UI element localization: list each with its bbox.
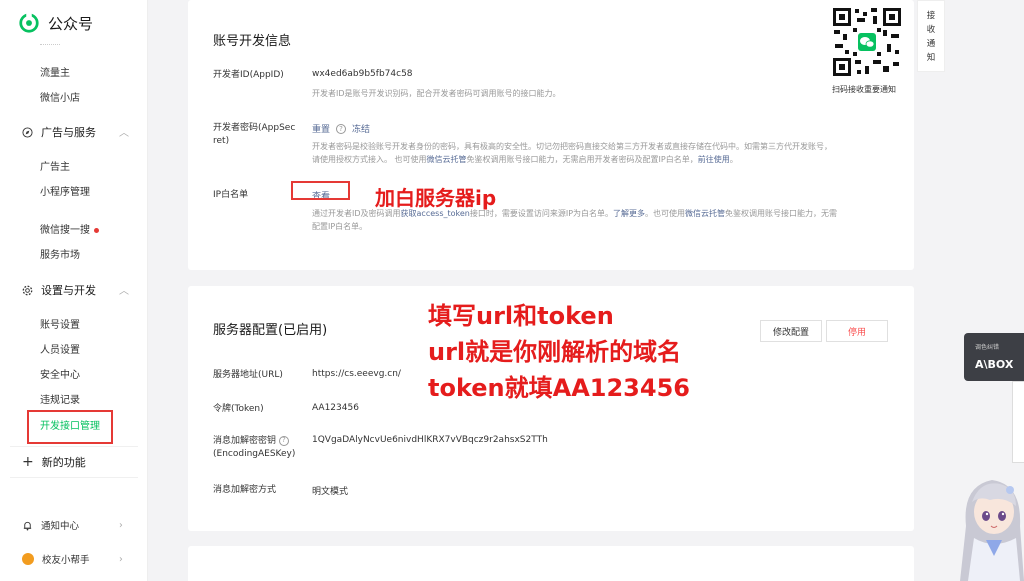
notify-center-label: 通知中心 bbox=[41, 521, 80, 532]
gear-icon bbox=[22, 285, 33, 295]
qr-caption: 扫码接收重要通知 bbox=[832, 85, 896, 94]
notify-center[interactable]: 通知中心 › bbox=[22, 518, 123, 532]
chevron-right-icon: › bbox=[119, 519, 123, 531]
notify-tab-char: 通 bbox=[926, 39, 936, 49]
help-icon[interactable]: ? bbox=[336, 123, 347, 134]
chevron-up-icon: ︿ bbox=[119, 128, 129, 139]
secret-label: 开发者密码(AppSec ret) bbox=[213, 122, 295, 148]
next-card bbox=[188, 546, 914, 581]
secret-desc-text-2: 免鉴权调用账号接口能力，无需启用开发者密码及配置IP白名单， bbox=[466, 155, 698, 164]
sidebar-group-ads-label: 广告与服务 bbox=[41, 126, 96, 139]
go-use-link[interactable]: 前往使用 bbox=[698, 155, 730, 164]
annotation-line3: token就填AA123456 bbox=[428, 374, 690, 402]
side-widget[interactable] bbox=[1012, 381, 1024, 463]
qr-code[interactable] bbox=[831, 6, 903, 78]
aes-key-label: 消息加解密密钥 ? (EncodingAESKey) bbox=[213, 435, 295, 461]
sidebar-group-dev[interactable]: 设置与开发 ︿ bbox=[22, 282, 129, 298]
sidebar-item-miniprogram[interactable]: 小程序管理 bbox=[40, 183, 90, 198]
notify-tab-char: 接 bbox=[926, 11, 936, 21]
sidebar-item-advertiser[interactable]: 广告主 bbox=[40, 158, 70, 173]
sidebar-group-dev-label: 设置与开发 bbox=[41, 284, 96, 297]
token-value: AA123456 bbox=[312, 403, 359, 413]
compass-icon bbox=[22, 126, 33, 138]
help-icon[interactable]: ? bbox=[278, 435, 289, 446]
cloud-hosting-link-2[interactable]: 微信云托管 bbox=[685, 209, 725, 218]
secret-label-line1: 开发者密码(AppSec bbox=[213, 123, 296, 133]
url-label: 服务器地址(URL) bbox=[213, 370, 283, 380]
sidebar-item-account[interactable]: 账号设置 bbox=[40, 316, 80, 331]
avatar bbox=[22, 553, 34, 565]
mascot-character[interactable] bbox=[960, 466, 1024, 581]
notification-dot bbox=[94, 227, 99, 233]
appid-label: 开发者ID(AppID) bbox=[213, 70, 284, 80]
ip-desc-text-4: 免鉴权调用账号接口能力，无需 bbox=[725, 209, 838, 218]
scroll-hint bbox=[40, 44, 60, 47]
brand-name: 公众号 bbox=[48, 14, 94, 33]
abox-widget[interactable]: 调色纠错 A\BOX bbox=[964, 333, 1024, 381]
account-name: 校友小帮手 bbox=[42, 555, 90, 566]
ip-desc-line2: 配置IP白名单。 bbox=[312, 222, 368, 231]
new-features-label: 新的功能 bbox=[41, 456, 86, 469]
new-features-button[interactable]: + 新的功能 bbox=[10, 446, 138, 478]
aes-key-label-text: 消息加解密密钥 bbox=[213, 436, 277, 446]
receive-notify-tab[interactable]: 接 收 通 知 bbox=[917, 0, 945, 72]
encrypt-mode-label: 消息加解密方式 bbox=[213, 485, 277, 495]
sidebar-item-shop[interactable]: 微信小店 bbox=[40, 89, 80, 104]
aes-key-label-line2: (EncodingAESKey) bbox=[213, 449, 296, 459]
aes-key-value: 1QVgaDAlyNcvUe6nivdHlKRX7vVBqcz9r2ahsxS2… bbox=[312, 435, 548, 445]
aes-key-label-line1: 消息加解密密钥 ? bbox=[213, 435, 295, 448]
secret-actions: 重置 ? 冻结 bbox=[312, 122, 370, 135]
ip-whitelist-label: IP白名单 bbox=[213, 190, 249, 200]
modify-config-button[interactable]: 修改配置 bbox=[760, 320, 822, 342]
learn-more-link[interactable]: 了解更多 bbox=[613, 209, 645, 218]
secret-desc-line1: 开发者密码是校验账号开发者身份的密码，具有极高的安全性。切记勿把密码直接交给第三… bbox=[312, 142, 832, 151]
sidebar: 公众号 流量主 微信小店 广告与服务 ︿ 广告主 小程序管理 微信搜一搜 服务市… bbox=[0, 0, 148, 581]
annotation-box-ip bbox=[291, 181, 350, 200]
brand[interactable]: 公众号 bbox=[18, 12, 93, 34]
notify-tab-char: 知 bbox=[926, 53, 936, 63]
annotation-box-dev-api bbox=[27, 410, 113, 444]
secret-label-line2: ret) bbox=[213, 136, 230, 146]
chevron-right-icon: › bbox=[119, 553, 123, 565]
plus-icon: + bbox=[22, 454, 34, 470]
sidebar-item-market[interactable]: 服务市场 bbox=[40, 246, 80, 261]
sidebar-item-members[interactable]: 人员设置 bbox=[40, 341, 80, 356]
bell-icon bbox=[23, 521, 32, 530]
abox-logo: A\BOX bbox=[975, 358, 1014, 371]
sidebar-item-violations[interactable]: 违规记录 bbox=[40, 391, 80, 406]
sidebar-item-traffic[interactable]: 流量主 bbox=[40, 64, 70, 79]
annotation-line1: 填写url和token bbox=[428, 302, 614, 330]
ip-desc-text-3: 。也可使用 bbox=[645, 209, 686, 218]
secret-desc: 开发者密码是校验账号开发者身份的密码，具有极高的安全性。切记勿把密码直接交给第三… bbox=[312, 140, 892, 166]
qr-panel: 扫码接收重要通知 bbox=[818, 0, 910, 98]
cloud-hosting-link[interactable]: 微信云托管 bbox=[427, 155, 467, 164]
appid-desc: 开发者ID是账号开发识别码，配合开发者密码可调用账号的接口能力。 bbox=[312, 89, 561, 98]
server-config-title: 服务器配置(已启用) bbox=[213, 323, 328, 338]
wechat-official-logo-icon bbox=[19, 12, 39, 33]
account-switcher[interactable]: 校友小帮手 › bbox=[22, 552, 123, 566]
chevron-up-icon: ︿ bbox=[119, 286, 129, 297]
secret-desc-line2: 请使用授权方式接入。 也可使用微信云托管免鉴权调用账号接口能力，无需启用开发者密… bbox=[312, 153, 892, 166]
sidebar-item-search-label: 微信搜一搜 bbox=[40, 225, 90, 236]
sidebar-group-ads[interactable]: 广告与服务 ︿ bbox=[22, 124, 129, 140]
secret-desc-text: 请使用授权方式接入。 也可使用 bbox=[312, 155, 427, 164]
annotation-line2: url就是你刚解析的域名 bbox=[428, 338, 682, 366]
disable-button[interactable]: 停用 bbox=[826, 320, 888, 342]
encrypt-mode-value: 明文模式 bbox=[312, 487, 349, 497]
url-value: https://cs.eeevg.cn/ bbox=[312, 369, 401, 379]
freeze-link[interactable]: 冻结 bbox=[352, 122, 370, 135]
reset-link[interactable]: 重置 bbox=[312, 122, 330, 135]
abox-subtitle: 调色纠错 bbox=[975, 344, 1000, 351]
secret-desc-end: 。 bbox=[729, 155, 738, 164]
dev-info-title: 账号开发信息 bbox=[213, 34, 292, 49]
notify-tab-char: 收 bbox=[926, 25, 936, 35]
sidebar-item-security[interactable]: 安全中心 bbox=[40, 366, 80, 381]
sidebar-item-search[interactable]: 微信搜一搜 bbox=[40, 221, 99, 236]
dev-info-card: 账号开发信息 开发者ID(AppID) wx4ed6ab9b5fb74c58 开… bbox=[188, 0, 914, 270]
annotation-ip: 加白服务器ip bbox=[375, 186, 497, 210]
appid-value: wx4ed6ab9b5fb74c58 bbox=[312, 69, 413, 79]
token-label: 令牌(Token) bbox=[213, 404, 264, 414]
